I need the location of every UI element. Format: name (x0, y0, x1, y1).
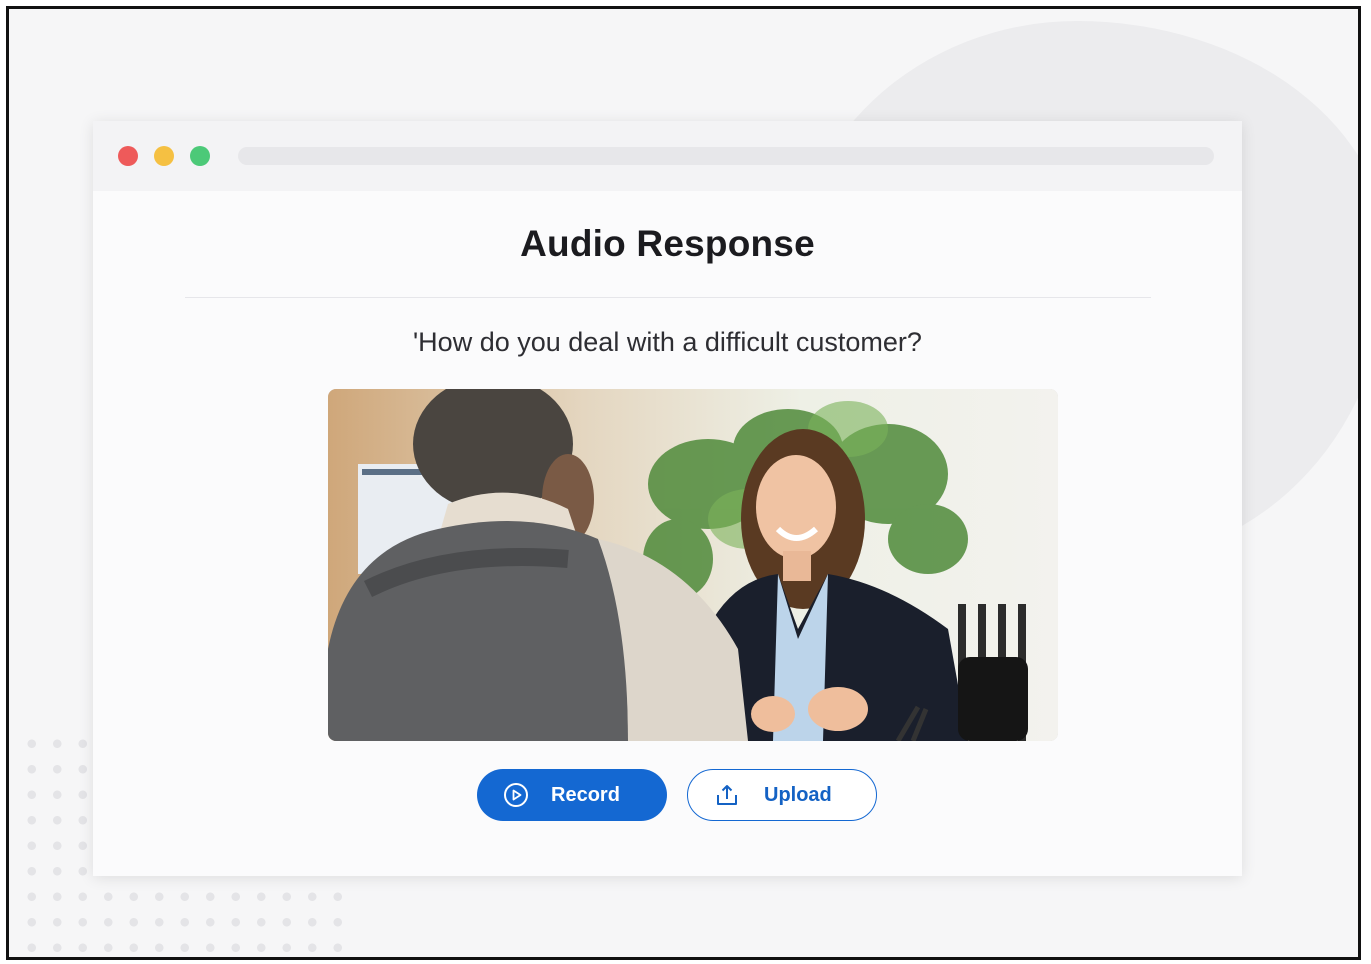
minimize-window-button[interactable] (154, 146, 174, 166)
interview-photo (328, 389, 1058, 741)
question-text: 'How do you deal with a difficult custom… (413, 327, 922, 357)
window-titlebar (93, 121, 1242, 191)
maximize-window-button[interactable] (190, 146, 210, 166)
close-window-button[interactable] (118, 146, 138, 166)
play-circle-icon (501, 780, 531, 810)
record-button[interactable]: Record (477, 769, 667, 821)
title-divider (185, 297, 1151, 298)
page-title: Audio Response (520, 223, 815, 264)
record-label: Record (551, 783, 620, 806)
address-bar[interactable] (238, 147, 1214, 165)
upload-label: Upload (764, 783, 832, 806)
screenshot-frame: Audio Response 'How do you deal with a d… (6, 6, 1361, 960)
upload-icon (712, 780, 742, 810)
upload-button[interactable]: Upload (687, 769, 877, 821)
browser-window: Audio Response 'How do you deal with a d… (93, 121, 1242, 876)
